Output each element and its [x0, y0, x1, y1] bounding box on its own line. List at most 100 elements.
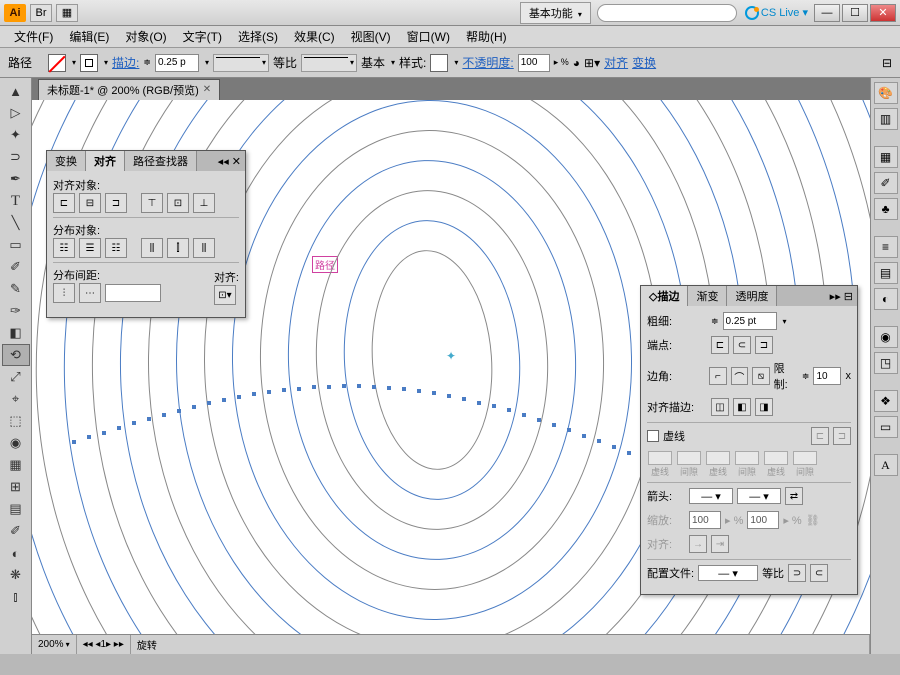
tool-direct-selection[interactable]: ▷	[2, 102, 30, 124]
transform-tab[interactable]: 变换	[47, 151, 86, 171]
flip-along[interactable]: ⊃	[788, 564, 806, 582]
fill-swatch[interactable]	[48, 54, 66, 72]
corner-round[interactable]: ⌒	[731, 367, 749, 385]
menu-help[interactable]: 帮助(H)	[458, 26, 515, 47]
menu-window[interactable]: 窗口(W)	[399, 26, 458, 47]
style-swatch[interactable]	[430, 54, 448, 72]
artboard-nav[interactable]: ◂◂ ◂ 1 ▸ ▸▸	[77, 635, 131, 654]
menu-file[interactable]: 文件(F)	[6, 26, 61, 47]
tool-width[interactable]: ⌖	[2, 388, 30, 410]
select-similar-icon[interactable]: ⊞▾	[584, 56, 600, 70]
swap-arrows[interactable]: ⇄	[785, 487, 803, 505]
tool-perspective[interactable]: ▦	[2, 454, 30, 476]
dashed-checkbox[interactable]	[647, 430, 659, 442]
align-stroke-center[interactable]: ◫	[711, 398, 729, 416]
maximize-button[interactable]: ☐	[842, 4, 868, 22]
gradient-panel-icon[interactable]: ▤	[874, 262, 898, 284]
close-button[interactable]: ✕	[870, 4, 896, 22]
opacity-input[interactable]	[518, 54, 550, 72]
align-bottom[interactable]: ⊥	[193, 193, 215, 213]
stroke-weight-drop[interactable]: ▾	[205, 58, 209, 67]
recolor-icon[interactable]: ◕	[573, 56, 580, 70]
tool-scale[interactable]: ⤢	[2, 366, 30, 388]
dist-hspace[interactable]: ⋯	[79, 283, 101, 303]
arrange-docs-button[interactable]: ▦	[56, 4, 78, 22]
document-tab[interactable]: 未标题-1* @ 200% (RGB/预览) ✕	[38, 79, 220, 100]
weight-input[interactable]	[723, 312, 777, 330]
swatches-icon[interactable]: ▦	[874, 146, 898, 168]
panel-collapse[interactable]: ◂◂ ✕	[214, 151, 245, 171]
minimize-button[interactable]: —	[814, 4, 840, 22]
dist-left[interactable]: ⫼	[141, 238, 163, 258]
align-to-button[interactable]: ⊡▾	[214, 285, 236, 305]
color-guide-icon[interactable]: ▥	[874, 108, 898, 130]
panel-collapse-stroke[interactable]: ▸▸ ⊟	[826, 286, 857, 306]
stroke-panel-icon[interactable]: ≡	[874, 236, 898, 258]
tool-rotate[interactable]: ⟲	[2, 344, 30, 366]
stroke-link[interactable]: 描边:	[112, 54, 139, 71]
dist-hcenter[interactable]: ⫿	[167, 238, 189, 258]
dist-right[interactable]: ⫼	[193, 238, 215, 258]
cap-round[interactable]: ⊂	[733, 336, 751, 354]
stroke-weight-input[interactable]	[155, 54, 199, 72]
tool-free-transform[interactable]: ⬚	[2, 410, 30, 432]
dist-bottom[interactable]: ☷	[105, 238, 127, 258]
tool-paintbrush[interactable]: ✐	[2, 256, 30, 278]
stroke-tab[interactable]: ◇ 描边	[641, 286, 688, 306]
align-tab[interactable]: 对齐	[86, 151, 125, 171]
tool-column-graph[interactable]: ⫾	[2, 586, 30, 608]
limit-input[interactable]	[813, 367, 841, 385]
dist-vcenter[interactable]: ☰	[79, 238, 101, 258]
tool-mesh[interactable]: ⊞	[2, 476, 30, 498]
graphic-styles-icon[interactable]: ◳	[874, 352, 898, 374]
align-link[interactable]: 对齐	[604, 54, 628, 71]
tool-eyedropper[interactable]: ✐	[2, 520, 30, 542]
transparency-icon[interactable]: ◐	[874, 288, 898, 310]
spacing-input[interactable]	[105, 284, 161, 302]
menu-view[interactable]: 视图(V)	[343, 26, 399, 47]
opacity-link[interactable]: 不透明度:	[462, 54, 513, 71]
color-panel-icon[interactable]: 🎨	[874, 82, 898, 104]
corner-bevel[interactable]: ⧅	[752, 367, 770, 385]
stroke-dropdown[interactable]: ▾	[104, 58, 108, 67]
tool-lasso[interactable]: ⊃	[2, 146, 30, 168]
zoom-level[interactable]: 200% ▾	[32, 635, 77, 654]
profile-select[interactable]: — ▾	[698, 565, 758, 581]
align-hcenter[interactable]: ⊟	[79, 193, 101, 213]
tool-eraser[interactable]: ◧	[2, 322, 30, 344]
profile-dropdown[interactable]: ▾	[213, 54, 269, 72]
cslive-button[interactable]: CS Live ▾	[761, 6, 808, 19]
dist-top[interactable]: ☷	[53, 238, 75, 258]
weight-stepper[interactable]: ≑	[711, 316, 719, 327]
brushes-icon[interactable]: ✐	[874, 172, 898, 194]
corner-miter[interactable]: ⌐	[709, 367, 727, 385]
align-stroke-outside[interactable]: ◨	[755, 398, 773, 416]
flip-across[interactable]: ⊂	[810, 564, 828, 582]
symbols-icon[interactable]: ♣	[874, 198, 898, 220]
controlbar-menu[interactable]: ⊟	[882, 56, 892, 70]
limit-stepper[interactable]: ≑	[802, 371, 810, 382]
menu-effect[interactable]: 效果(C)	[286, 26, 343, 47]
align-stroke-inside[interactable]: ◧	[733, 398, 751, 416]
gradient-tab[interactable]: 渐变	[688, 286, 727, 306]
tool-symbol-sprayer[interactable]: ❋	[2, 564, 30, 586]
artboards-icon[interactable]: ▭	[874, 416, 898, 438]
cap-butt[interactable]: ⊏	[711, 336, 729, 354]
close-tab-icon[interactable]: ✕	[203, 84, 211, 95]
appearance-icon[interactable]: ◉	[874, 326, 898, 348]
menu-object[interactable]: 对象(O)	[117, 26, 174, 47]
tool-pencil[interactable]: ✎	[2, 278, 30, 300]
tool-shape-builder[interactable]: ◉	[2, 432, 30, 454]
search-input[interactable]	[597, 4, 737, 22]
tool-pen[interactable]: ✒	[2, 168, 30, 190]
stroke-stepper[interactable]: ≑	[143, 57, 151, 68]
tool-blob-brush[interactable]: ✑	[2, 300, 30, 322]
workspace-switcher[interactable]: 基本功能 ▾	[520, 2, 591, 24]
character-icon[interactable]: A	[874, 454, 898, 476]
arrow-start[interactable]: — ▾	[689, 488, 733, 504]
tool-magic-wand[interactable]: ✦	[2, 124, 30, 146]
style-drop[interactable]: ▾	[454, 58, 458, 67]
weight-dropdown[interactable]: ▾	[783, 317, 787, 326]
tool-rectangle[interactable]: ▭	[2, 234, 30, 256]
tool-line[interactable]: ╲	[2, 212, 30, 234]
